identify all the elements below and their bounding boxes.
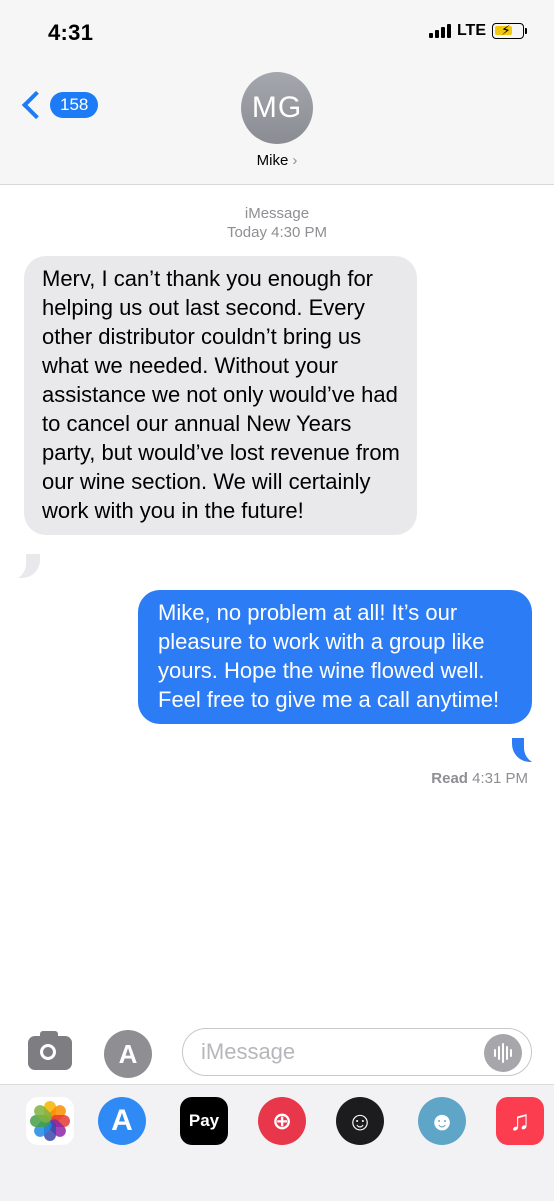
thread-timestamp: Today 4:30 PM xyxy=(226,224,328,241)
status-time: 4:31 xyxy=(48,20,94,45)
read-receipt: Read 4:31 PM xyxy=(431,770,528,787)
chevron-left-icon xyxy=(21,90,51,120)
back-button[interactable]: 158 xyxy=(20,90,99,120)
status-indicators: LTE ⚡ xyxy=(428,22,527,40)
unread-count-badge: 158 xyxy=(50,92,99,118)
chevron-right-icon: › xyxy=(292,152,298,169)
message-input[interactable]: iMessage xyxy=(182,1028,532,1076)
memoji-stickers-icon[interactable]: ☻ xyxy=(418,1097,466,1145)
thread-meta: iMessage Today 4:30 PM xyxy=(0,204,554,242)
contact-avatar[interactable]: MG xyxy=(241,72,313,144)
web-search-icon[interactable]: ⊕ xyxy=(258,1097,306,1145)
contact-name: Mike xyxy=(256,152,289,169)
music-app-icon[interactable]: ♫ xyxy=(496,1097,544,1145)
photos-app-icon[interactable] xyxy=(26,1097,74,1145)
message-input-placeholder: iMessage xyxy=(201,1039,296,1064)
network-type: LTE xyxy=(456,22,486,39)
service-label: iMessage xyxy=(244,205,310,222)
read-receipt-label: Read xyxy=(431,770,468,787)
battery-icon: ⚡ xyxy=(492,22,527,39)
memoji-icon[interactable]: ☺ xyxy=(336,1097,384,1145)
incoming-message-bubble[interactable]: Merv, I can’t thank you enough for helpi… xyxy=(24,256,417,535)
read-receipt-time: 4:31 PM xyxy=(472,770,528,787)
app-store-icon[interactable]: A xyxy=(98,1097,146,1145)
audio-message-button[interactable] xyxy=(484,1034,522,1072)
app-store-icon: A xyxy=(118,1038,138,1069)
camera-icon xyxy=(40,1044,56,1060)
apple-pay-icon[interactable]: Pay xyxy=(180,1097,228,1145)
contact-name-button[interactable]: Mike › xyxy=(0,152,554,169)
app-drawer: A Pay ⊕ ☺ ☻ ♫ xyxy=(0,1084,554,1201)
apple-pay-label: Pay xyxy=(188,1111,220,1130)
outgoing-message-bubble[interactable]: Mike, no problem at all! It’s our pleasu… xyxy=(138,590,532,724)
camera-button[interactable] xyxy=(28,1031,72,1070)
conversation-header: 4:31 LTE ⚡ 158 MG Mike › xyxy=(0,0,554,185)
signal-icon xyxy=(428,24,451,38)
app-store-drawer-button[interactable]: A xyxy=(104,1030,152,1078)
